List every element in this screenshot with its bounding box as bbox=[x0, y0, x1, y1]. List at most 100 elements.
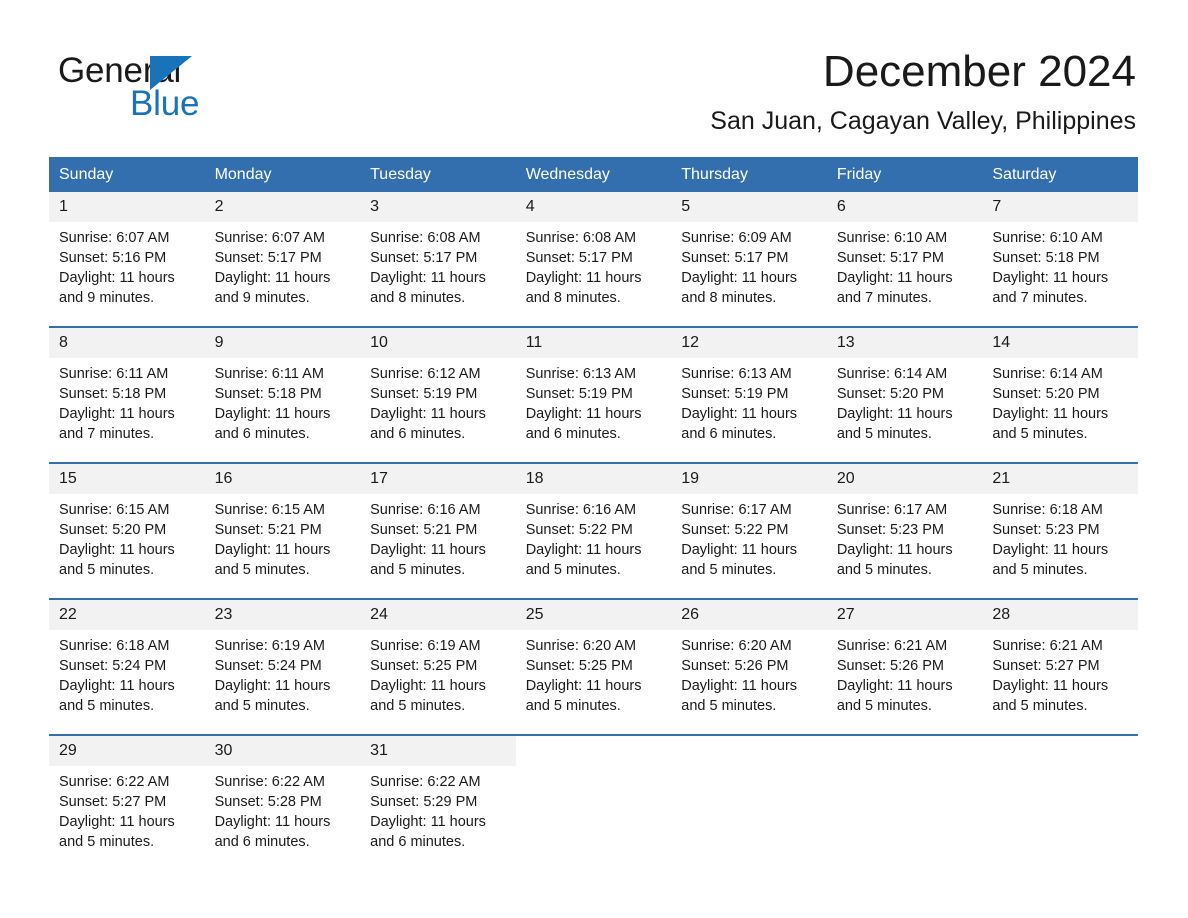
day-number: 29 bbox=[49, 736, 205, 766]
day-sun-info: Sunrise: 6:15 AM Sunset: 5:20 PM Daylight:… bbox=[49, 494, 205, 580]
calendar-day-cell[interactable]: 26 Sunrise: 6:20 AM Sunset: 5:26 PM Dayligh… bbox=[671, 598, 827, 735]
day-number: 15 bbox=[49, 464, 205, 494]
calendar-day-cell[interactable]: 27 Sunrise: 6:21 AM Sunset: 5:26 PM Dayligh… bbox=[826, 598, 983, 735]
sunset-text: Sunset: 5:18 PM bbox=[59, 386, 167, 402]
daylight-text: Daylight: 11 hours and 5 minutes. bbox=[370, 542, 486, 578]
sunset-text: Sunset: 5:19 PM bbox=[681, 386, 789, 402]
calendar-day-cell[interactable]: 4 Sunrise: 6:08 AM Sunset: 5:17 PM Daylight… bbox=[515, 192, 672, 327]
sunset-text: Sunset: 5:17 PM bbox=[370, 250, 478, 266]
calendar-day-cell[interactable]: 29 Sunrise: 6:22 AM Sunset: 5:27 PM Dayligh… bbox=[49, 734, 205, 870]
calendar-day-cell[interactable]: 22 Sunrise: 6:18 AM Sunset: 5:24 PM Dayligh… bbox=[49, 598, 205, 735]
sunrise-text: Sunrise: 6:20 AM bbox=[681, 638, 792, 654]
calendar-day-cell[interactable]: 3 Sunrise: 6:08 AM Sunset: 5:17 PM Daylight… bbox=[360, 192, 516, 327]
sunset-text: Sunset: 5:19 PM bbox=[370, 386, 478, 402]
daylight-text: Daylight: 11 hours and 8 minutes. bbox=[370, 270, 486, 306]
page-subtitle-location: San Juan, Cagayan Valley, Philippines bbox=[710, 107, 1136, 135]
day-number: 25 bbox=[515, 600, 672, 630]
calendar-day-cell[interactable]: 30 Sunrise: 6:22 AM Sunset: 5:28 PM Dayligh… bbox=[204, 734, 361, 870]
day-cell-content: 6 Sunrise: 6:10 AM Sunset: 5:17 PM Daylight… bbox=[826, 192, 983, 326]
calendar-day-cell[interactable]: 6 Sunrise: 6:10 AM Sunset: 5:17 PM Daylight… bbox=[826, 192, 983, 327]
daylight-text: Daylight: 11 hours and 8 minutes. bbox=[681, 270, 798, 306]
calendar-day-cell[interactable]: 7 Sunrise: 6:10 AM Sunset: 5:18 PM Daylight… bbox=[982, 192, 1138, 327]
day-sun-info: Sunrise: 6:13 AM Sunset: 5:19 PM Daylight:… bbox=[516, 358, 672, 444]
calendar-day-cell[interactable]: 31 Sunrise: 6:22 AM Sunset: 5:29 PM Dayligh… bbox=[360, 734, 516, 870]
sunset-text: Sunset: 5:24 PM bbox=[214, 658, 322, 674]
sunset-text: Sunset: 5:26 PM bbox=[836, 658, 945, 674]
calendar-day-cell[interactable]: 28 Sunrise: 6:21 AM Sunset: 5:27 PM Dayligh… bbox=[982, 598, 1138, 735]
calendar-day-cell-empty bbox=[671, 734, 827, 870]
day-number: 3 bbox=[360, 192, 516, 222]
day-sun-info: Sunrise: 6:21 AM Sunset: 5:27 PM Daylight:… bbox=[982, 630, 1138, 716]
calendar-day-cell[interactable]: 12 Sunrise: 6:13 AM Sunset: 5:19 PM Dayligh… bbox=[671, 326, 827, 463]
calendar-day-cell[interactable]: 21 Sunrise: 6:18 AM Sunset: 5:23 PM Dayligh… bbox=[982, 462, 1138, 599]
day-number: 10 bbox=[360, 328, 516, 358]
day-cell-content: 18 Sunrise: 6:16 AM Sunset: 5:22 PM Dayligh… bbox=[515, 464, 672, 598]
weekday-header-wednesday: Wednesday bbox=[515, 157, 672, 192]
sunrise-text: Sunrise: 6:21 AM bbox=[992, 638, 1103, 654]
sunrise-text: Sunrise: 6:07 AM bbox=[214, 230, 325, 246]
sunrise-text: Sunrise: 6:19 AM bbox=[370, 638, 481, 654]
daylight-text: Daylight: 11 hours and 5 minutes. bbox=[59, 542, 175, 578]
general-blue-logo[interactable]: General Blue bbox=[58, 52, 318, 124]
day-cell-content: 16 Sunrise: 6:15 AM Sunset: 5:21 PM Dayligh… bbox=[204, 464, 361, 598]
sunset-text: Sunset: 5:17 PM bbox=[525, 250, 633, 266]
day-sun-info: Sunrise: 6:15 AM Sunset: 5:21 PM Daylight:… bbox=[205, 494, 361, 580]
day-sun-info: Sunrise: 6:16 AM Sunset: 5:21 PM Daylight:… bbox=[360, 494, 516, 580]
day-number: 28 bbox=[982, 600, 1138, 630]
day-sun-info: Sunrise: 6:22 AM Sunset: 5:28 PM Daylight:… bbox=[205, 766, 361, 852]
sunrise-text: Sunrise: 6:22 AM bbox=[370, 774, 481, 790]
day-sun-info: Sunrise: 6:18 AM Sunset: 5:23 PM Daylight:… bbox=[982, 494, 1138, 580]
calendar-day-cell[interactable]: 11 Sunrise: 6:13 AM Sunset: 5:19 PM Dayligh… bbox=[515, 326, 672, 463]
empty-day-placeholder bbox=[515, 736, 672, 870]
sunset-text: Sunset: 5:27 PM bbox=[59, 794, 167, 810]
calendar-day-cell[interactable]: 1 Sunrise: 6:07 AM Sunset: 5:16 PM Daylight… bbox=[49, 192, 205, 327]
calendar-day-cell[interactable]: 8 Sunrise: 6:11 AM Sunset: 5:18 PM Daylight… bbox=[49, 326, 205, 463]
daylight-text: Daylight: 11 hours and 6 minutes. bbox=[525, 406, 642, 442]
day-sun-info: Sunrise: 6:22 AM Sunset: 5:27 PM Daylight:… bbox=[49, 766, 205, 852]
calendar-day-cell[interactable]: 16 Sunrise: 6:15 AM Sunset: 5:21 PM Dayligh… bbox=[204, 462, 361, 599]
sunset-text: Sunset: 5:21 PM bbox=[214, 522, 322, 538]
calendar-day-cell[interactable]: 18 Sunrise: 6:16 AM Sunset: 5:22 PM Dayligh… bbox=[515, 462, 672, 599]
daylight-text: Daylight: 11 hours and 5 minutes. bbox=[992, 406, 1109, 442]
day-number: 18 bbox=[515, 464, 672, 494]
day-cell-content: 9 Sunrise: 6:11 AM Sunset: 5:18 PM Daylight… bbox=[204, 328, 361, 462]
calendar-day-cell[interactable]: 24 Sunrise: 6:19 AM Sunset: 5:25 PM Dayligh… bbox=[360, 598, 516, 735]
day-number: 20 bbox=[826, 464, 983, 494]
calendar-day-cell[interactable]: 2 Sunrise: 6:07 AM Sunset: 5:17 PM Daylight… bbox=[204, 192, 361, 327]
sunset-text: Sunset: 5:18 PM bbox=[992, 250, 1100, 266]
calendar-day-cell[interactable]: 14 Sunrise: 6:14 AM Sunset: 5:20 PM Dayligh… bbox=[982, 326, 1138, 463]
calendar-day-cell[interactable]: 13 Sunrise: 6:14 AM Sunset: 5:20 PM Dayligh… bbox=[826, 326, 983, 463]
sunset-text: Sunset: 5:28 PM bbox=[214, 794, 322, 810]
page-header: General Blue December 2024 San Juan, Cag… bbox=[0, 0, 1188, 150]
daylight-text: Daylight: 11 hours and 9 minutes. bbox=[214, 270, 331, 306]
day-sun-info: Sunrise: 6:20 AM Sunset: 5:25 PM Daylight:… bbox=[516, 630, 672, 716]
calendar-day-cell[interactable]: 9 Sunrise: 6:11 AM Sunset: 5:18 PM Daylight… bbox=[204, 326, 361, 463]
sunrise-text: Sunrise: 6:14 AM bbox=[992, 366, 1103, 382]
calendar-day-cell[interactable]: 20 Sunrise: 6:17 AM Sunset: 5:23 PM Dayligh… bbox=[826, 462, 983, 599]
calendar-day-cell[interactable]: 23 Sunrise: 6:19 AM Sunset: 5:24 PM Dayligh… bbox=[204, 598, 361, 735]
calendar-day-cell[interactable]: 5 Sunrise: 6:09 AM Sunset: 5:17 PM Daylight… bbox=[671, 192, 827, 327]
sunrise-text: Sunrise: 6:07 AM bbox=[59, 230, 170, 246]
daylight-text: Daylight: 11 hours and 9 minutes. bbox=[59, 270, 175, 306]
calendar-day-cell[interactable]: 19 Sunrise: 6:17 AM Sunset: 5:22 PM Dayligh… bbox=[671, 462, 827, 599]
calendar-day-cell[interactable]: 10 Sunrise: 6:12 AM Sunset: 5:19 PM Dayligh… bbox=[360, 326, 516, 463]
daylight-text: Daylight: 11 hours and 5 minutes. bbox=[525, 678, 642, 714]
day-sun-info: Sunrise: 6:18 AM Sunset: 5:24 PM Daylight:… bbox=[49, 630, 205, 716]
sunrise-text: Sunrise: 6:08 AM bbox=[370, 230, 481, 246]
day-cell-content: 29 Sunrise: 6:22 AM Sunset: 5:27 PM Dayligh… bbox=[49, 736, 205, 870]
daylight-text: Daylight: 11 hours and 6 minutes. bbox=[214, 406, 331, 442]
day-number: 2 bbox=[204, 192, 361, 222]
daylight-text: Daylight: 11 hours and 5 minutes. bbox=[992, 542, 1109, 578]
calendar-day-cell[interactable]: 15 Sunrise: 6:15 AM Sunset: 5:20 PM Dayligh… bbox=[49, 462, 205, 599]
day-number: 8 bbox=[49, 328, 205, 358]
daylight-text: Daylight: 11 hours and 5 minutes. bbox=[681, 542, 798, 578]
day-number: 22 bbox=[49, 600, 205, 630]
daylight-text: Daylight: 11 hours and 5 minutes. bbox=[59, 814, 175, 850]
sunrise-text: Sunrise: 6:08 AM bbox=[525, 230, 637, 246]
sunset-text: Sunset: 5:25 PM bbox=[370, 658, 478, 674]
calendar-day-cell[interactable]: 25 Sunrise: 6:20 AM Sunset: 5:25 PM Dayligh… bbox=[515, 598, 672, 735]
day-number: 11 bbox=[515, 328, 672, 358]
calendar-day-cell[interactable]: 17 Sunrise: 6:16 AM Sunset: 5:21 PM Dayligh… bbox=[360, 462, 516, 599]
sunset-text: Sunset: 5:19 PM bbox=[525, 386, 633, 402]
day-sun-info: Sunrise: 6:09 AM Sunset: 5:17 PM Daylight:… bbox=[671, 222, 827, 308]
